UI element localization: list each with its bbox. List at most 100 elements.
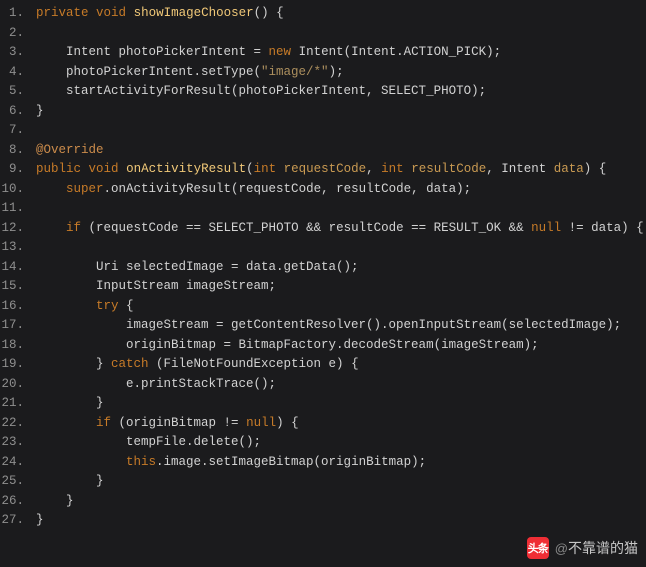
line-number: 16. (0, 297, 24, 317)
code-line: @Override (36, 141, 644, 161)
code-token: } (36, 357, 111, 371)
code-token: } (36, 494, 74, 508)
line-number: 14. (0, 258, 24, 278)
code-token: , Intent (486, 162, 554, 176)
line-number: 12. (0, 219, 24, 239)
code-token: originBitmap = BitmapFactory.decodeStrea… (36, 338, 539, 352)
line-number: 18. (0, 336, 24, 356)
code-token (89, 6, 97, 20)
code-token: this (126, 455, 156, 469)
line-number: 24. (0, 453, 24, 473)
code-line: Uri selectedImage = data.getData(); (36, 258, 644, 278)
code-token: } (36, 474, 104, 488)
code-line: Intent photoPickerIntent = new Intent(In… (36, 43, 644, 63)
code-token: Uri selectedImage = data.getData(); (36, 260, 359, 274)
code-line (36, 199, 644, 219)
code-token: ); (329, 65, 344, 79)
code-line (36, 24, 644, 44)
line-number: 1. (0, 4, 24, 24)
code-token: e.printStackTrace(); (36, 377, 276, 391)
watermark-author: 不靠谱的猫 (568, 540, 638, 556)
code-token (276, 162, 284, 176)
code-token: Intent(Intent.ACTION_PICK); (291, 45, 501, 59)
code-token: } (36, 396, 104, 410)
code-line: photoPickerIntent.setType("image/*"); (36, 63, 644, 83)
code-line: public void onActivityResult(int request… (36, 160, 644, 180)
code-token (119, 162, 127, 176)
code-token: InputStream imageStream; (36, 279, 276, 293)
code-token: "image/*" (261, 65, 329, 79)
line-number: 27. (0, 511, 24, 531)
code-token: ) { (584, 162, 607, 176)
code-line: } (36, 394, 644, 414)
line-number: 20. (0, 375, 24, 395)
code-line: if (originBitmap != null) { (36, 414, 644, 434)
code-line: this.image.setImageBitmap(originBitmap); (36, 453, 644, 473)
code-token: private (36, 6, 89, 20)
line-number: 4. (0, 63, 24, 83)
code-token: onActivityResult (126, 162, 246, 176)
line-number: 2. (0, 24, 24, 44)
code-token: ) { (276, 416, 299, 430)
code-token: int (381, 162, 404, 176)
code-token: super (66, 182, 104, 196)
code-token: { (119, 299, 134, 313)
line-number: 23. (0, 433, 24, 453)
code-lines: private void showImageChooser() { Intent… (28, 4, 644, 531)
line-number: 6. (0, 102, 24, 122)
line-number: 25. (0, 472, 24, 492)
code-line: originBitmap = BitmapFactory.decodeStrea… (36, 336, 644, 356)
watermark-at: @不靠谱的猫 (555, 538, 638, 558)
line-number: 17. (0, 316, 24, 336)
code-token: try (96, 299, 119, 313)
code-token: startActivityForResult(photoPickerIntent… (36, 84, 486, 98)
code-token: .image.setImageBitmap(originBitmap); (156, 455, 426, 469)
code-line: if (requestCode == SELECT_PHOTO && resul… (36, 219, 644, 239)
code-token: (FileNotFoundException e) { (149, 357, 359, 371)
code-block: 1.2.3.4.5.6.7.8.9.10.11.12.13.14.15.16.1… (0, 0, 646, 531)
code-line: tempFile.delete(); (36, 433, 644, 453)
code-line (36, 121, 644, 141)
code-line: } catch (FileNotFoundException e) { (36, 355, 644, 375)
code-token (81, 162, 89, 176)
code-token: null (246, 416, 276, 430)
code-token: void (89, 162, 119, 176)
code-token: tempFile.delete(); (36, 435, 261, 449)
code-token: .onActivityResult(requestCode, resultCod… (104, 182, 472, 196)
code-token: (requestCode == SELECT_PHOTO && resultCo… (81, 221, 531, 235)
code-token: () { (254, 6, 284, 20)
line-number: 19. (0, 355, 24, 375)
line-number: 26. (0, 492, 24, 512)
code-token: catch (111, 357, 149, 371)
code-token (36, 455, 126, 469)
code-token: imageStream = getContentResolver().openI… (36, 318, 621, 332)
code-token: if (96, 416, 111, 430)
code-token: int (254, 162, 277, 176)
line-number: 22. (0, 414, 24, 434)
code-line: InputStream imageStream; (36, 277, 644, 297)
code-line: } (36, 102, 644, 122)
code-token: data (554, 162, 584, 176)
code-line: e.printStackTrace(); (36, 375, 644, 395)
line-number-gutter: 1.2.3.4.5.6.7.8.9.10.11.12.13.14.15.16.1… (0, 4, 28, 531)
code-line: try { (36, 297, 644, 317)
code-line: } (36, 472, 644, 492)
code-token: ( (246, 162, 254, 176)
code-token: photoPickerIntent.setType( (36, 65, 261, 79)
code-token: new (269, 45, 292, 59)
code-token: if (66, 221, 81, 235)
code-token: } (36, 104, 44, 118)
line-number: 5. (0, 82, 24, 102)
line-number: 21. (0, 394, 24, 414)
code-token: requestCode (284, 162, 367, 176)
code-token (36, 299, 96, 313)
watermark: 头条 @不靠谱的猫 (527, 537, 638, 559)
code-line: } (36, 492, 644, 512)
code-token: showImageChooser (134, 6, 254, 20)
code-line: super.onActivityResult(requestCode, resu… (36, 180, 644, 200)
code-token (36, 416, 96, 430)
code-token: != data) { (561, 221, 644, 235)
code-token (36, 221, 66, 235)
code-token (126, 6, 134, 20)
line-number: 10. (0, 180, 24, 200)
